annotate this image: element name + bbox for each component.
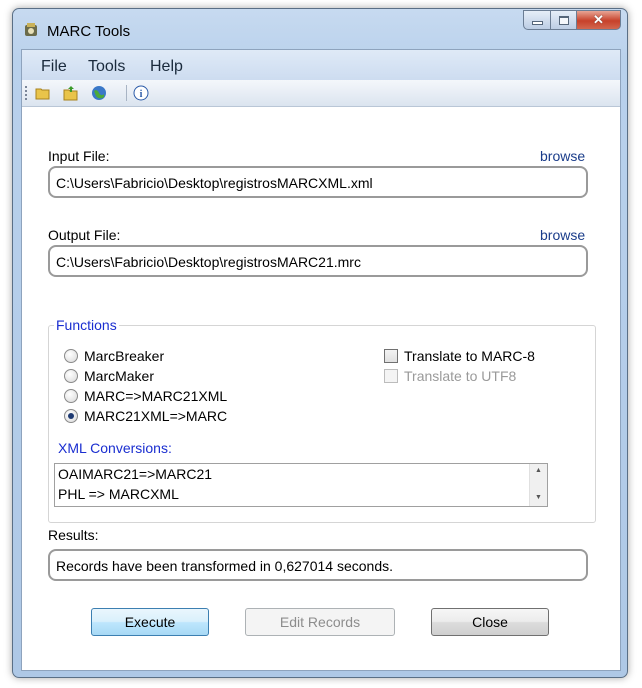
edit-records-button: Edit Records (245, 608, 395, 636)
radio-indicator (64, 369, 78, 383)
functions-group-title: Functions (54, 317, 119, 333)
close-window-button[interactable]: ✕ (577, 10, 621, 30)
input-browse-link[interactable]: browse (540, 148, 585, 164)
window-title: MARC Tools (47, 23, 131, 40)
menu-file[interactable]: File (41, 58, 67, 76)
minimize-button[interactable] (523, 10, 551, 30)
menu-bar: File Tools Help (22, 50, 620, 80)
execute-button[interactable]: Execute (91, 608, 209, 636)
checkbox-translate-utf8: Translate to UTF8 (384, 368, 516, 384)
export-folder-icon[interactable] (62, 84, 80, 102)
radio-indicator-selected (64, 409, 78, 423)
close-button[interactable]: Close (431, 608, 549, 636)
maximize-button[interactable] (551, 10, 577, 30)
title-bar[interactable]: MARC Tools ✕ (13, 9, 627, 49)
svg-text:i: i (140, 89, 143, 100)
results-label: Results: (48, 527, 99, 543)
client-area: File Tools Help i Input File: browse C:\… (21, 49, 621, 671)
xml-conversions-list[interactable]: OAIMARC21=>MARC21 PHL => MARCXML ▲ ▼ (54, 463, 548, 507)
list-scrollbar[interactable]: ▲ ▼ (529, 464, 547, 506)
radio-label: MarcMaker (84, 368, 155, 384)
checkbox-indicator (384, 369, 398, 383)
radio-label: MARC=>MARC21XML (84, 388, 228, 404)
input-file-label: Input File: (48, 148, 110, 164)
checkbox-translate-marc8[interactable]: Translate to MARC-8 (384, 348, 535, 364)
list-item[interactable]: OAIMARC21=>MARC21 (58, 466, 212, 482)
checkbox-label: Translate to UTF8 (404, 368, 517, 384)
xml-conversions-label: XML Conversions: (58, 440, 172, 456)
app-window: MARC Tools ✕ File Tools Help i Input Fil… (12, 8, 628, 678)
maximize-icon (558, 15, 569, 25)
output-file-value: C:\Users\Fabricio\Desktop\registrosMARC2… (56, 254, 361, 270)
checkbox-indicator (384, 349, 398, 363)
results-field: Records have been transformed in 0,62701… (48, 549, 588, 581)
toolbar-grip[interactable] (25, 86, 29, 100)
menu-tools[interactable]: Tools (88, 58, 125, 76)
radio-marc-to-marc21xml[interactable]: MARC=>MARC21XML (64, 388, 227, 404)
radio-indicator (64, 389, 78, 403)
checkbox-label: Translate to MARC-8 (404, 348, 535, 364)
toolbar: i (22, 80, 620, 107)
marc-tools-app-icon (23, 22, 39, 38)
list-item[interactable]: PHL => MARCXML (58, 486, 179, 502)
radio-indicator (64, 349, 78, 363)
radio-marc21xml-to-marc[interactable]: MARC21XML=>MARC (64, 408, 227, 424)
radio-label: MARC21XML=>MARC (84, 408, 228, 424)
scroll-up-icon[interactable]: ▲ (535, 467, 542, 474)
input-file-value: C:\Users\Fabricio\Desktop\registrosMARCX… (56, 175, 373, 191)
open-folder-icon[interactable] (34, 84, 52, 102)
results-value: Records have been transformed in 0,62701… (56, 558, 393, 574)
info-icon[interactable]: i (132, 84, 150, 102)
input-file-field[interactable]: C:\Users\Fabricio\Desktop\registrosMARCX… (48, 166, 588, 198)
close-icon: ✕ (593, 12, 604, 27)
globe-icon[interactable] (90, 84, 108, 102)
toolbar-separator (126, 85, 127, 101)
scroll-down-icon[interactable]: ▼ (535, 494, 542, 501)
output-file-field[interactable]: C:\Users\Fabricio\Desktop\registrosMARC2… (48, 245, 588, 277)
radio-label: MarcBreaker (84, 348, 165, 364)
radio-marcmaker[interactable]: MarcMaker (64, 368, 154, 384)
menu-help[interactable]: Help (150, 58, 183, 76)
output-file-label: Output File: (48, 227, 121, 243)
output-browse-link[interactable]: browse (540, 227, 585, 243)
radio-marcbreaker[interactable]: MarcBreaker (64, 348, 164, 364)
minimize-icon (531, 21, 543, 25)
